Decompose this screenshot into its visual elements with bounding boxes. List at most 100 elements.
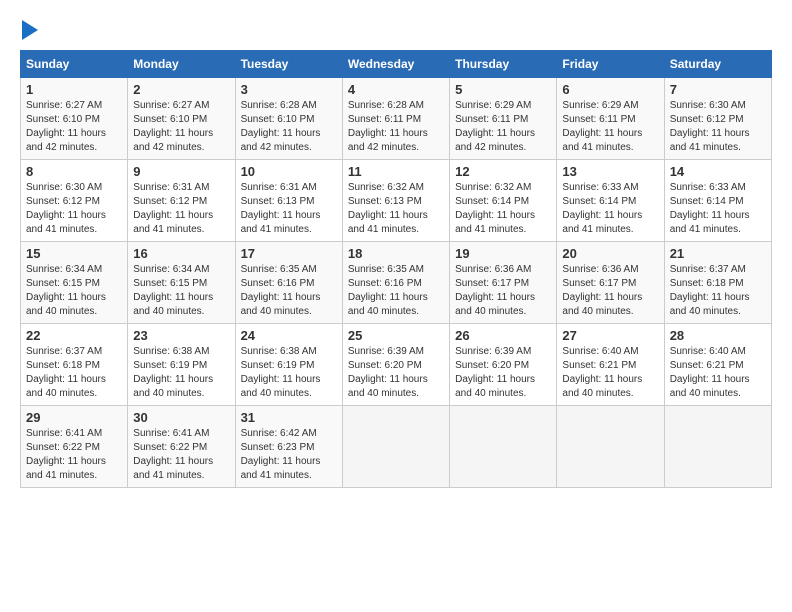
day-info: Sunrise: 6:40 AM Sunset: 6:21 PM Dayligh…: [670, 345, 766, 401]
day-number: 12: [455, 164, 551, 179]
calendar-table: SundayMondayTuesdayWednesdayThursdayFrid…: [20, 50, 772, 488]
sunset-text: Sunset: 6:11 PM: [455, 114, 528, 125]
day-number: 6: [562, 82, 658, 97]
daylight-label: Daylight: 11 hours and 41 minutes.: [133, 456, 213, 481]
sunset-text: Sunset: 6:18 PM: [670, 278, 744, 289]
daylight-label: Daylight: 11 hours and 40 minutes.: [241, 292, 321, 317]
calendar-cell: [450, 406, 557, 488]
day-number: 10: [241, 164, 337, 179]
calendar-cell: 31 Sunrise: 6:42 AM Sunset: 6:23 PM Dayl…: [235, 406, 342, 488]
sunset-text: Sunset: 6:17 PM: [562, 278, 636, 289]
calendar-week-row: 1 Sunrise: 6:27 AM Sunset: 6:10 PM Dayli…: [21, 78, 772, 160]
calendar-cell: 18 Sunrise: 6:35 AM Sunset: 6:16 PM Dayl…: [342, 242, 449, 324]
calendar-cell: 13 Sunrise: 6:33 AM Sunset: 6:14 PM Dayl…: [557, 160, 664, 242]
calendar-cell: 2 Sunrise: 6:27 AM Sunset: 6:10 PM Dayli…: [128, 78, 235, 160]
sunset-text: Sunset: 6:21 PM: [670, 360, 744, 371]
day-number: 19: [455, 246, 551, 261]
sunrise-text: Sunrise: 6:39 AM: [455, 346, 531, 357]
daylight-label: Daylight: 11 hours and 40 minutes.: [670, 292, 750, 317]
sunrise-text: Sunrise: 6:28 AM: [241, 100, 317, 111]
daylight-label: Daylight: 11 hours and 42 minutes.: [348, 128, 428, 153]
calendar-cell: 21 Sunrise: 6:37 AM Sunset: 6:18 PM Dayl…: [664, 242, 771, 324]
day-info: Sunrise: 6:40 AM Sunset: 6:21 PM Dayligh…: [562, 345, 658, 401]
day-info: Sunrise: 6:37 AM Sunset: 6:18 PM Dayligh…: [26, 345, 122, 401]
day-info: Sunrise: 6:35 AM Sunset: 6:16 PM Dayligh…: [348, 263, 444, 319]
sunrise-text: Sunrise: 6:41 AM: [133, 428, 209, 439]
sunrise-text: Sunrise: 6:30 AM: [670, 100, 746, 111]
weekday-header: Sunday: [21, 51, 128, 78]
calendar-cell: 15 Sunrise: 6:34 AM Sunset: 6:15 PM Dayl…: [21, 242, 128, 324]
day-number: 7: [670, 82, 766, 97]
calendar-cell: 23 Sunrise: 6:38 AM Sunset: 6:19 PM Dayl…: [128, 324, 235, 406]
day-info: Sunrise: 6:32 AM Sunset: 6:14 PM Dayligh…: [455, 181, 551, 237]
sunset-text: Sunset: 6:12 PM: [26, 196, 100, 207]
day-number: 31: [241, 410, 337, 425]
day-number: 23: [133, 328, 229, 343]
calendar-cell: 28 Sunrise: 6:40 AM Sunset: 6:21 PM Dayl…: [664, 324, 771, 406]
day-number: 11: [348, 164, 444, 179]
day-number: 29: [26, 410, 122, 425]
sunset-text: Sunset: 6:15 PM: [133, 278, 207, 289]
daylight-label: Daylight: 11 hours and 41 minutes.: [26, 456, 106, 481]
sunset-text: Sunset: 6:21 PM: [562, 360, 636, 371]
calendar-cell: [342, 406, 449, 488]
day-info: Sunrise: 6:39 AM Sunset: 6:20 PM Dayligh…: [455, 345, 551, 401]
daylight-label: Daylight: 11 hours and 41 minutes.: [26, 210, 106, 235]
calendar-cell: 27 Sunrise: 6:40 AM Sunset: 6:21 PM Dayl…: [557, 324, 664, 406]
daylight-label: Daylight: 11 hours and 40 minutes.: [26, 374, 106, 399]
calendar-cell: 14 Sunrise: 6:33 AM Sunset: 6:14 PM Dayl…: [664, 160, 771, 242]
sunset-text: Sunset: 6:22 PM: [26, 442, 100, 453]
day-number: 25: [348, 328, 444, 343]
calendar-body: 1 Sunrise: 6:27 AM Sunset: 6:10 PM Dayli…: [21, 78, 772, 488]
sunrise-text: Sunrise: 6:38 AM: [241, 346, 317, 357]
daylight-label: Daylight: 11 hours and 40 minutes.: [670, 374, 750, 399]
calendar-cell: 11 Sunrise: 6:32 AM Sunset: 6:13 PM Dayl…: [342, 160, 449, 242]
weekday-header: Friday: [557, 51, 664, 78]
calendar-cell: [664, 406, 771, 488]
sunset-text: Sunset: 6:16 PM: [348, 278, 422, 289]
sunrise-text: Sunrise: 6:32 AM: [455, 182, 531, 193]
calendar-cell: 20 Sunrise: 6:36 AM Sunset: 6:17 PM Dayl…: [557, 242, 664, 324]
day-info: Sunrise: 6:34 AM Sunset: 6:15 PM Dayligh…: [133, 263, 229, 319]
day-number: 3: [241, 82, 337, 97]
day-info: Sunrise: 6:27 AM Sunset: 6:10 PM Dayligh…: [26, 99, 122, 155]
daylight-label: Daylight: 11 hours and 40 minutes.: [562, 292, 642, 317]
daylight-label: Daylight: 11 hours and 40 minutes.: [455, 374, 535, 399]
day-number: 4: [348, 82, 444, 97]
day-number: 8: [26, 164, 122, 179]
calendar-cell: 3 Sunrise: 6:28 AM Sunset: 6:10 PM Dayli…: [235, 78, 342, 160]
sunset-text: Sunset: 6:19 PM: [133, 360, 207, 371]
day-info: Sunrise: 6:36 AM Sunset: 6:17 PM Dayligh…: [562, 263, 658, 319]
day-number: 16: [133, 246, 229, 261]
sunset-text: Sunset: 6:19 PM: [241, 360, 315, 371]
calendar-cell: 30 Sunrise: 6:41 AM Sunset: 6:22 PM Dayl…: [128, 406, 235, 488]
sunset-text: Sunset: 6:22 PM: [133, 442, 207, 453]
weekday-header: Wednesday: [342, 51, 449, 78]
daylight-label: Daylight: 11 hours and 40 minutes.: [241, 374, 321, 399]
calendar-cell: 8 Sunrise: 6:30 AM Sunset: 6:12 PM Dayli…: [21, 160, 128, 242]
sunrise-text: Sunrise: 6:37 AM: [670, 264, 746, 275]
weekday-header: Saturday: [664, 51, 771, 78]
day-info: Sunrise: 6:33 AM Sunset: 6:14 PM Dayligh…: [670, 181, 766, 237]
daylight-label: Daylight: 11 hours and 41 minutes.: [562, 210, 642, 235]
daylight-label: Daylight: 11 hours and 41 minutes.: [562, 128, 642, 153]
calendar-cell: 6 Sunrise: 6:29 AM Sunset: 6:11 PM Dayli…: [557, 78, 664, 160]
day-number: 18: [348, 246, 444, 261]
calendar-cell: 26 Sunrise: 6:39 AM Sunset: 6:20 PM Dayl…: [450, 324, 557, 406]
calendar-week-row: 8 Sunrise: 6:30 AM Sunset: 6:12 PM Dayli…: [21, 160, 772, 242]
day-info: Sunrise: 6:41 AM Sunset: 6:22 PM Dayligh…: [26, 427, 122, 483]
sunset-text: Sunset: 6:14 PM: [670, 196, 744, 207]
sunrise-text: Sunrise: 6:38 AM: [133, 346, 209, 357]
calendar-cell: 4 Sunrise: 6:28 AM Sunset: 6:11 PM Dayli…: [342, 78, 449, 160]
daylight-label: Daylight: 11 hours and 40 minutes.: [455, 292, 535, 317]
day-info: Sunrise: 6:34 AM Sunset: 6:15 PM Dayligh…: [26, 263, 122, 319]
calendar-week-row: 29 Sunrise: 6:41 AM Sunset: 6:22 PM Dayl…: [21, 406, 772, 488]
calendar-cell: 16 Sunrise: 6:34 AM Sunset: 6:15 PM Dayl…: [128, 242, 235, 324]
day-number: 17: [241, 246, 337, 261]
day-number: 2: [133, 82, 229, 97]
sunset-text: Sunset: 6:10 PM: [241, 114, 315, 125]
sunrise-text: Sunrise: 6:34 AM: [133, 264, 209, 275]
sunrise-text: Sunrise: 6:31 AM: [241, 182, 317, 193]
day-info: Sunrise: 6:38 AM Sunset: 6:19 PM Dayligh…: [133, 345, 229, 401]
day-number: 1: [26, 82, 122, 97]
